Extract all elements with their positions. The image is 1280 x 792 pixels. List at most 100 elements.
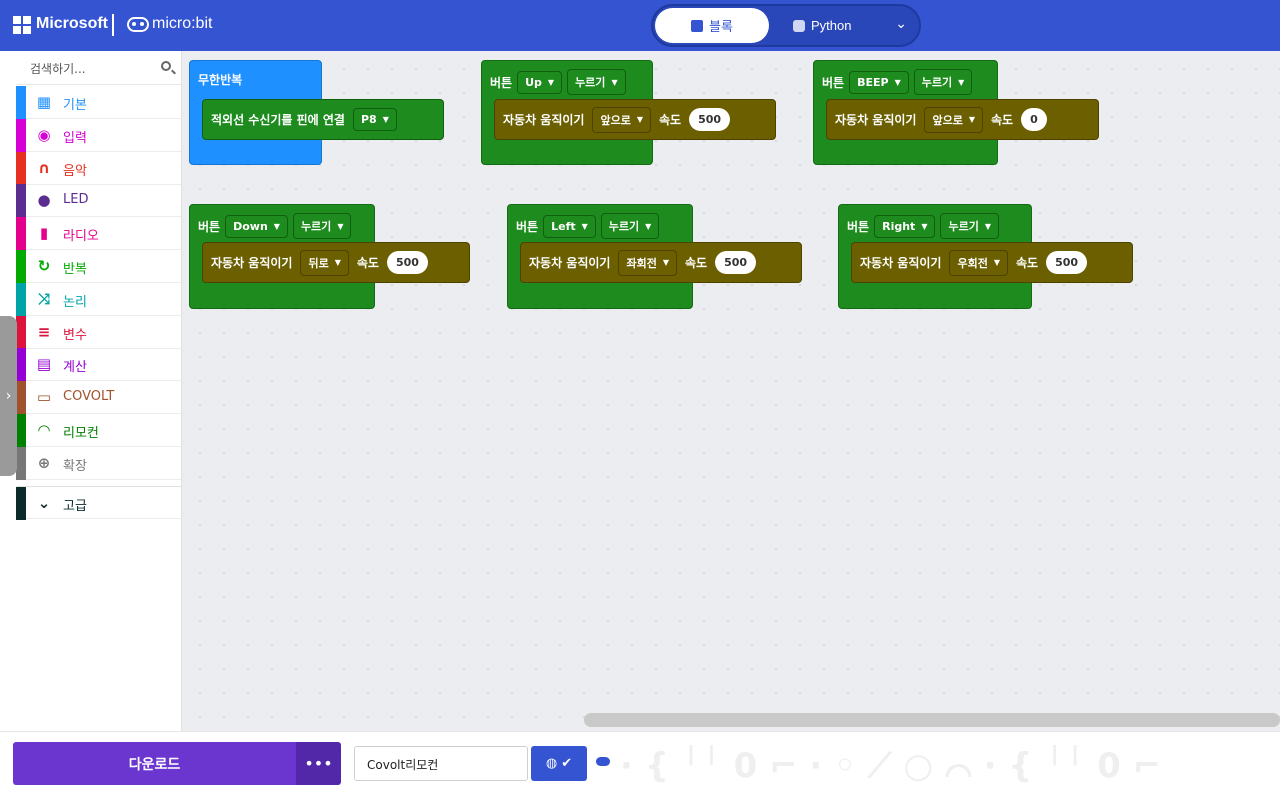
caret-down-icon: ▼ [921,221,928,231]
toolbox: 검색하기... ▦ 기본 ◉ 입력 ∩ 음악 ● LED ▮ 라디오 ↻ 반복 ⤨ 논리 ≡ 변수 ▤ 계산 ▭ CO… [0,51,182,731]
speed-input[interactable]: 500 [386,251,428,274]
python-icon [793,19,805,32]
signal-bars-icon: ▮ [39,224,49,243]
action-dropdown[interactable]: 누르기 ▼ [940,213,999,239]
action-value: 누르기 [608,220,640,233]
toolbox-category[interactable]: ● LED [16,184,181,218]
move-car-label: 자동차 움직이기 [503,113,585,127]
direction-dropdown[interactable]: 좌회전 ▼ [618,249,677,276]
caret-down-icon: ▼ [636,115,643,124]
project-name-input[interactable]: Covolt리모컨 [354,746,528,781]
search-input[interactable]: 검색하기... [17,51,181,85]
direction-dropdown[interactable]: 뒤로 ▼ [300,249,349,276]
event-label: 버튼 [822,75,845,90]
blocks-workspace[interactable] [182,51,1280,731]
microbit-logo-icon[interactable] [127,17,149,32]
event-label: 버튼 [847,219,870,234]
action-dropdown[interactable]: 누르기 ▼ [600,213,660,239]
toolbox-category-label: 확장 [63,458,87,474]
check-icon: ✔ [561,756,573,771]
move-car-block[interactable]: 자동차 움직이기 뒤로 ▼ 속도 500 [202,242,470,283]
toolbox-category[interactable]: ▮ 라디오 [16,217,181,251]
pin-dropdown[interactable]: P8 ▼ [352,108,397,131]
forever-block-title: 무한반복 [198,73,243,87]
toolbox-category[interactable]: ◉ 입력 [16,118,181,152]
event-title: 버튼 Up ▼ 누르기 ▼ [490,69,626,95]
toolbox-category-label: LED [63,192,89,208]
more-options-button[interactable]: ••• [296,742,341,785]
product-label[interactable]: micro:bit [152,15,212,33]
toolbox-expander-button[interactable]: › [0,316,17,476]
toolbox-category-label: 논리 [63,294,87,310]
speed-input[interactable]: 0 [1021,108,1047,131]
event-title: 버튼 BEEP ▼ 누르기 ▼ [822,69,973,95]
category-stripe [16,184,26,218]
toolbox-category[interactable]: ↻ 반복 [16,250,181,283]
toolbox-category[interactable]: ◠ 리모컨 [16,414,181,447]
download-button[interactable]: 다운로드 [13,742,296,785]
speed-input[interactable]: 500 [689,108,731,131]
event-label: 버튼 [490,75,513,90]
pin-value: P8 [360,113,377,126]
category-stripe [16,250,26,283]
button-dropdown[interactable]: Right ▼ [874,214,936,238]
direction-dropdown[interactable]: 우회전 ▼ [949,249,1008,276]
caret-down-icon: ▼ [581,221,588,231]
caret-down-icon: ▼ [337,221,344,231]
button-value: BEEP [857,75,889,89]
toolbox-category[interactable]: ≡ 변수 [16,315,181,349]
event-title: 버튼 Left ▼ 누르기 ▼ [516,213,660,239]
toolbox-advanced[interactable]: ⌄ 고급 [16,486,181,520]
toolbox-category[interactable]: ∩ 음악 [16,151,181,185]
action-value: 누르기 [921,76,953,89]
tab-blocks[interactable]: 블록 [655,8,769,43]
editor-toggle: 블록 Python ⌄ [651,4,921,47]
button-dropdown[interactable]: Down ▼ [225,214,288,238]
top-header: Microsoft micro:bit 블록 Python ⌄ [0,0,1280,51]
toolbox-category[interactable]: ⊕ 확장 [16,446,181,480]
move-car-block[interactable]: 자동차 움직이기 좌회전 ▼ 속도 500 [520,242,802,283]
toolbox-category-label: 음악 [63,163,87,179]
caret-down-icon: ▼ [611,77,618,87]
event-title: 버튼 Right ▼ 누르기 ▼ [847,213,999,239]
action-dropdown[interactable]: 누르기 ▼ [913,69,973,95]
footer-bar: · { ╵╵ 0 ⌐ · ◦ ⟋ ○ ⌒ · { ╵╵ 0 ⌐ 다운로드 •••… [0,731,1280,792]
github-save-button[interactable]: ◍ ✔ [531,746,587,781]
speed-input[interactable]: 500 [1046,251,1088,274]
action-value: 누르기 [948,220,979,233]
move-car-block[interactable]: 자동차 움직이기 우회전 ▼ 속도 500 [851,242,1133,283]
toolbox-category[interactable]: ▤ 계산 [16,348,181,382]
cloud-icon[interactable] [596,757,610,766]
toolbox-category-label: 변수 [63,327,87,343]
move-car-block[interactable]: 자동차 움직이기 앞으로 ▼ 속도 0 [826,99,1099,140]
caret-down-icon: ▼ [968,115,975,124]
button-dropdown[interactable]: BEEP ▼ [849,70,909,94]
button-dropdown[interactable]: Up ▼ [517,70,563,94]
category-stripe [16,414,26,447]
move-car-block[interactable]: 자동차 움직이기 앞으로 ▼ 속도 500 [494,99,776,140]
tab-python[interactable]: Python [793,8,851,43]
toolbox-category[interactable]: ⤨ 논리 [16,282,181,316]
button-dropdown[interactable]: Left ▼ [543,214,596,238]
move-car-label: 자동차 움직이기 [529,256,611,270]
speed-label: 속도 [991,113,1014,127]
action-dropdown[interactable]: 누르기 ▼ [567,69,626,95]
move-car-label: 자동차 움직이기 [835,113,917,127]
speed-input[interactable]: 500 [715,251,757,274]
direction-dropdown[interactable]: 앞으로 ▼ [592,106,651,133]
ir-receiver-block[interactable]: 적외선 수신기를 핀에 연결 P8 ▼ [202,99,444,140]
search-icon[interactable] [161,61,171,71]
toolbox-category[interactable]: ▦ 기본 [16,86,181,119]
action-dropdown[interactable]: 누르기 ▼ [292,213,352,239]
chevron-down-icon[interactable]: ⌄ [895,16,907,32]
horizontal-scrollbar[interactable] [584,713,1280,727]
event-label: 버튼 [516,219,539,234]
button-value: Right [882,219,916,233]
toolbox-category[interactable]: ▭ COVOLT [16,381,181,415]
action-value: 누르기 [300,220,332,233]
direction-dropdown[interactable]: 앞으로 ▼ [924,106,983,133]
ir-receiver-label: 적외선 수신기를 핀에 연결 [211,113,345,127]
direction-value: 앞으로 [932,113,963,127]
category-stripe [16,381,26,415]
wifi-icon: ◠ [38,421,50,439]
